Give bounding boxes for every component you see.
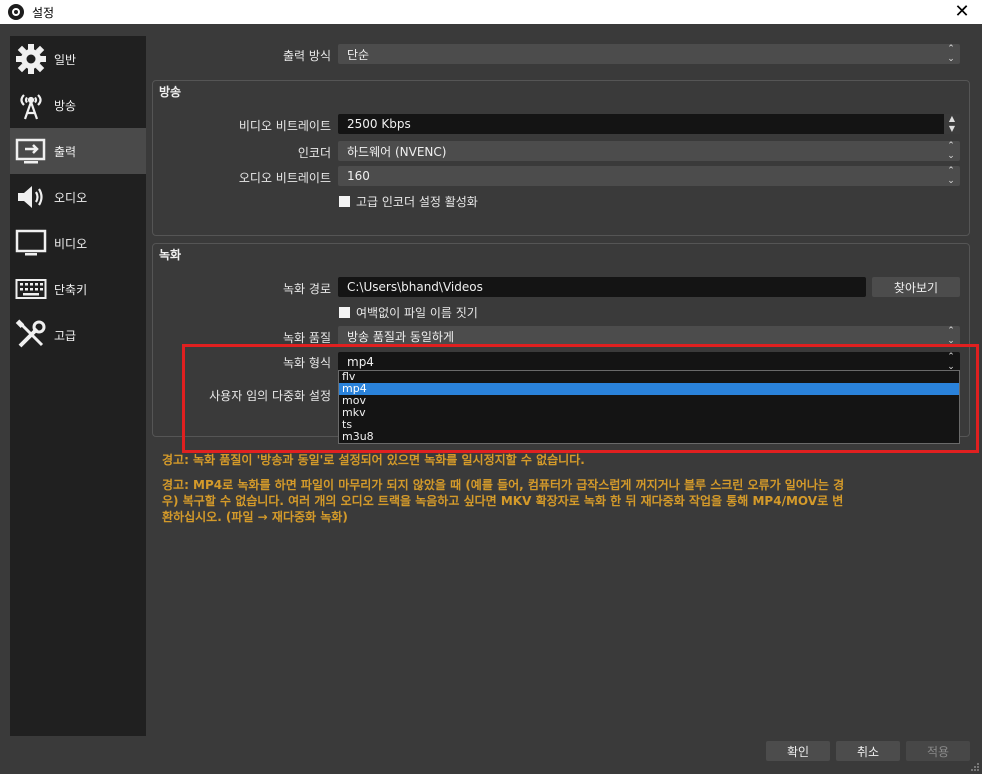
window-title: 설정 (32, 5, 55, 20)
no-space-checkbox[interactable] (339, 307, 350, 318)
recording-path-input[interactable]: C:\Users\bhand\Videos (338, 277, 866, 297)
sidebar-item-general[interactable]: 일반 (10, 36, 146, 82)
recording-quality-select[interactable]: 방송 품질과 동일하게 ⌃ ⌄ (338, 326, 960, 346)
broadcast-antenna-icon (14, 88, 48, 122)
encoder-value: 하드웨어 (NVENC) (347, 144, 447, 159)
advanced-encoder-checkbox-row[interactable]: 고급 인코더 설정 활성화 (339, 193, 478, 210)
output-monitor-icon (14, 134, 48, 168)
sidebar-item-label: 비디오 (54, 236, 88, 251)
browse-button[interactable]: 찾아보기 (872, 277, 960, 297)
monitor-icon (14, 226, 48, 260)
advanced-encoder-checkbox[interactable] (339, 196, 350, 207)
updown-arrows-icon: ⌃ ⌄ (947, 326, 955, 346)
updown-arrows-icon: ⌃ ⌄ (947, 166, 955, 186)
encoder-label: 인코더 (297, 146, 331, 160)
quality-warning: 경고: 녹화 품질이 '방송과 동일'로 설정되어 있으면 녹화를 일시정지할 … (162, 453, 585, 467)
chevron-down-icon[interactable]: ▼ (944, 124, 960, 134)
audio-bitrate-select[interactable]: 160 ⌃ ⌄ (338, 166, 960, 186)
sidebar-item-advanced[interactable]: 고급 (10, 312, 146, 358)
audio-bitrate-value: 160 (347, 169, 370, 183)
sidebar-item-hotkeys[interactable]: 단축키 (10, 266, 146, 312)
gear-icon (14, 42, 48, 76)
updown-arrows-icon: ⌃ ⌄ (947, 44, 955, 64)
mp4-warning-line-3: 환하십시오. (파일 → 재다중화 녹화) (162, 510, 348, 524)
recording-path-value: C:\Users\bhand\Videos (347, 280, 483, 294)
output-mode-label: 출력 방식 (283, 49, 331, 63)
highlight-annotation-box (182, 344, 979, 453)
encoder-select[interactable]: 하드웨어 (NVENC) ⌃ ⌄ (338, 141, 960, 161)
settings-sidebar: 일반 방송 출력 오디오 비디오 단축키 고급 (10, 36, 146, 736)
resize-grip-icon[interactable] (970, 762, 980, 772)
recording-group-title: 녹화 (159, 248, 182, 262)
recording-path-label: 녹화 경로 (283, 282, 331, 296)
sidebar-item-stream[interactable]: 방송 (10, 82, 146, 128)
spin-buttons[interactable]: ▲ ▼ (944, 114, 960, 134)
recording-quality-value: 방송 품질과 동일하게 (347, 329, 454, 344)
close-icon[interactable]: ✕ (950, 1, 974, 23)
sidebar-item-label: 단축키 (54, 282, 88, 297)
audio-bitrate-label: 오디오 비트레이트 (238, 171, 331, 185)
sidebar-item-video[interactable]: 비디오 (10, 220, 146, 266)
mp4-warning-line-1: 경고: MP4로 녹화를 하면 파일이 마무리가 되지 않았을 때 (예를 들어… (162, 478, 845, 492)
sidebar-item-label: 고급 (54, 328, 77, 343)
advanced-encoder-label: 고급 인코더 설정 활성화 (356, 195, 478, 209)
output-mode-value: 단순 (347, 47, 370, 62)
output-mode-select[interactable]: 단순 ⌃ ⌄ (338, 44, 960, 64)
chevron-up-icon[interactable]: ▲ (944, 114, 960, 124)
mp4-warning-line-2: 우) 복구할 수 없습니다. 여러 개의 오디오 트랙을 녹음하고 싶다면 MK… (162, 494, 844, 508)
video-bitrate-label: 비디오 비트레이트 (238, 119, 331, 133)
no-space-checkbox-row[interactable]: 여백없이 파일 이름 짓기 (339, 304, 478, 321)
cancel-button[interactable]: 취소 (836, 741, 900, 761)
video-bitrate-value: 2500 Kbps (347, 117, 411, 131)
title-bar: 설정 ✕ (0, 0, 982, 24)
sidebar-item-label: 오디오 (54, 190, 88, 205)
no-space-label: 여백없이 파일 이름 짓기 (356, 306, 478, 320)
sidebar-item-label: 방송 (54, 98, 77, 113)
obs-logo-icon (8, 4, 24, 20)
streaming-group-title: 방송 (159, 85, 182, 99)
sidebar-item-label: 일반 (54, 52, 77, 67)
ok-button[interactable]: 확인 (766, 741, 830, 761)
sidebar-item-output[interactable]: 출력 (10, 128, 146, 174)
keyboard-icon (14, 272, 48, 306)
updown-arrows-icon: ⌃ ⌄ (947, 141, 955, 161)
speaker-icon (14, 180, 48, 214)
apply-button[interactable]: 적용 (906, 741, 970, 761)
sidebar-item-label: 출력 (54, 144, 77, 159)
video-bitrate-spinbox[interactable]: 2500 Kbps ▲ ▼ (338, 114, 960, 134)
tools-icon (14, 318, 48, 352)
sidebar-item-audio[interactable]: 오디오 (10, 174, 146, 220)
